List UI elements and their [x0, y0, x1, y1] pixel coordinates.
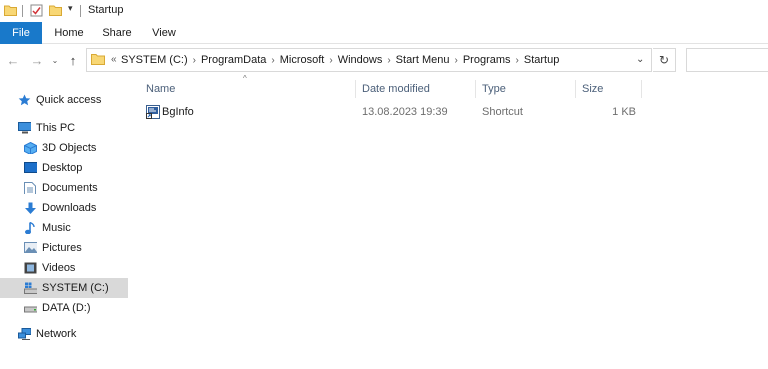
tab-file[interactable]: File	[0, 22, 42, 44]
breadcrumb-system-c[interactable]: SYSTEM (C:)	[121, 54, 188, 66]
breadcrumb-windows[interactable]: Windows	[338, 54, 383, 66]
chevron-right-icon[interactable]: ›	[387, 55, 390, 66]
chevron-right-icon[interactable]: ›	[193, 55, 196, 66]
film-icon	[24, 262, 37, 274]
nav-item-documents[interactable]: Documents	[24, 178, 128, 198]
customize-toolbar-icon[interactable]: ▾	[68, 3, 73, 14]
folder-icon	[4, 5, 17, 16]
column-header-name[interactable]: Name	[140, 78, 356, 100]
chevron-down-icon[interactable]: ⌄	[636, 54, 644, 65]
network-icon	[18, 328, 31, 340]
breadcrumb-programs[interactable]: Programs	[463, 54, 511, 66]
nav-item-data-d[interactable]: DATA (D:)	[24, 298, 128, 318]
folder-icon	[91, 54, 105, 65]
tab-home[interactable]: Home	[50, 22, 88, 44]
forward-arrow-icon[interactable]: →	[28, 52, 46, 70]
breadcrumb-microsoft[interactable]: Microsoft	[280, 54, 325, 66]
windows-drive-icon	[24, 282, 37, 294]
nav-item-system-c[interactable]: SYSTEM (C:)	[0, 278, 128, 298]
table-row[interactable]: BgInfo 13.08.2023 19:39 Shortcut 1 KB	[140, 102, 642, 122]
computer-icon	[18, 122, 31, 134]
column-header-size[interactable]: Size	[576, 78, 642, 100]
file-date-modified: 13.08.2023 19:39	[362, 106, 448, 118]
file-type: Shortcut	[482, 106, 523, 118]
breadcrumb-start-menu[interactable]: Start Menu	[396, 54, 450, 66]
back-arrow-icon[interactable]: ←	[4, 52, 22, 70]
navigation-pane: Quick access This PC 3D Objects Desktop …	[0, 78, 130, 369]
star-icon	[18, 94, 31, 106]
breadcrumb-overflow[interactable]: «	[111, 54, 117, 65]
chevron-right-icon[interactable]: ›	[516, 55, 519, 66]
desktop-icon	[24, 162, 37, 173]
nav-item-3d-objects[interactable]: 3D Objects	[24, 138, 128, 158]
address-bar[interactable]: « SYSTEM (C:) › ProgramData › Microsoft › Wind…	[86, 48, 652, 72]
chevron-right-icon[interactable]: ›	[329, 55, 332, 66]
column-header-type[interactable]: Type	[476, 78, 576, 100]
up-arrow-icon[interactable]: ↑	[64, 52, 82, 70]
bginfo-shortcut-icon	[146, 105, 160, 119]
tab-share[interactable]: Share	[97, 22, 137, 44]
new-folder-icon[interactable]	[49, 4, 62, 16]
nav-item-this-pc[interactable]: This PC	[18, 118, 128, 138]
breadcrumb: SYSTEM (C:) › ProgramData › Microsoft › Window…	[121, 54, 559, 66]
nav-item-desktop[interactable]: Desktop	[24, 158, 128, 178]
document-icon	[24, 182, 36, 194]
refresh-icon[interactable]: ↻	[653, 48, 676, 72]
nav-item-network[interactable]: Network	[18, 324, 128, 344]
nav-item-quick-access[interactable]: Quick access	[18, 90, 128, 110]
nav-item-pictures[interactable]: Pictures	[24, 238, 128, 258]
recent-locations-chevron-icon[interactable]: ⌄	[50, 52, 60, 70]
chevron-right-icon[interactable]: ›	[271, 55, 274, 66]
nav-item-videos[interactable]: Videos	[24, 258, 128, 278]
breadcrumb-startup[interactable]: Startup	[524, 54, 559, 66]
pictures-icon	[24, 242, 37, 253]
download-arrow-icon	[25, 202, 36, 214]
cube-icon	[24, 142, 37, 154]
ribbon: File Home Share View	[0, 22, 768, 44]
nav-item-downloads[interactable]: Downloads	[24, 198, 128, 218]
window-title: Startup	[88, 4, 124, 16]
music-note-icon	[25, 222, 35, 234]
chevron-right-icon[interactable]: ›	[454, 55, 457, 66]
title-bar: ▾ Startup	[0, 0, 768, 22]
column-header-date-modified[interactable]: Date modified	[356, 78, 476, 100]
drive-icon	[24, 306, 37, 313]
properties-icon[interactable]	[30, 4, 43, 17]
nav-item-music[interactable]: Music	[24, 218, 128, 238]
tab-view[interactable]: View	[146, 22, 182, 44]
file-name: BgInfo	[162, 106, 194, 118]
search-input[interactable]	[686, 48, 768, 72]
file-size: 1 KB	[612, 106, 636, 118]
breadcrumb-programdata[interactable]: ProgramData	[201, 54, 266, 66]
title-separator	[22, 5, 23, 17]
title-separator	[80, 5, 81, 17]
